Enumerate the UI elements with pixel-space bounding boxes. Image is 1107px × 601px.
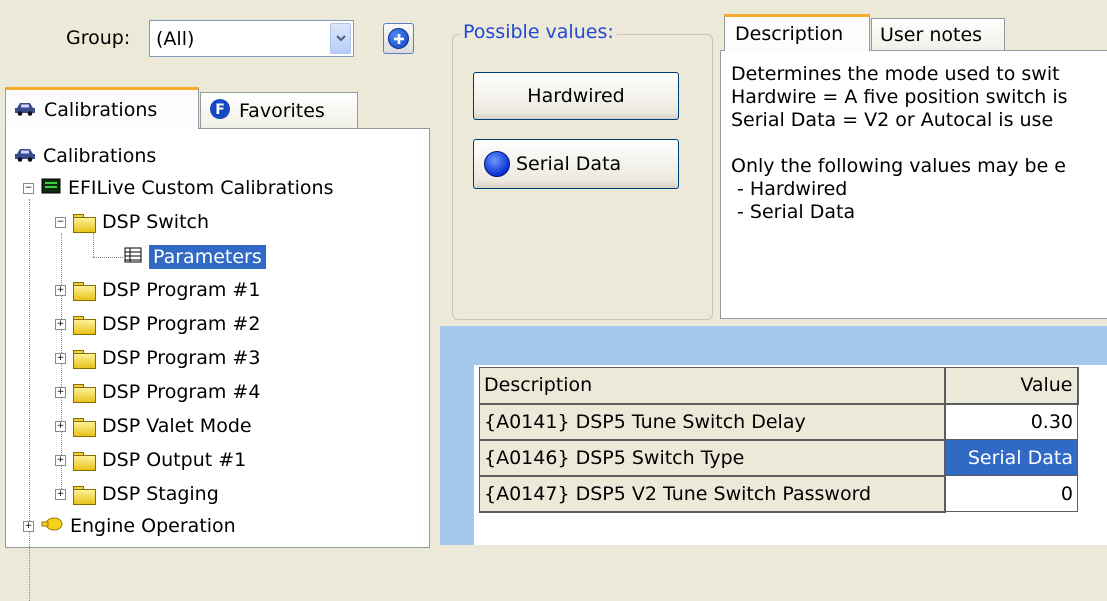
plus-icon	[388, 28, 409, 49]
tree-node-engine-operation[interactable]: + Engine Operation	[23, 515, 236, 537]
group-dropdown[interactable]: (All)	[149, 20, 354, 57]
tab-calibrations-label: Calibrations	[44, 98, 158, 121]
row-description: {A0147} DSP5 V2 Tune Switch Password	[479, 475, 946, 513]
folder-icon	[73, 417, 96, 437]
tree-node-dsp-output-1[interactable]: + DSP Output #1	[55, 449, 246, 471]
description-line: Hardwire = A five position switch is	[731, 86, 1068, 108]
add-group-button[interactable]	[383, 23, 414, 54]
table-icon	[124, 246, 142, 268]
row-description: {A0146} DSP5 Switch Type	[479, 439, 946, 477]
table-row[interactable]: {A0141} DSP5 Tune Switch Delay 0.30	[479, 403, 1078, 441]
expand-icon[interactable]: +	[55, 454, 66, 466]
tab-calibrations[interactable]: Calibrations	[5, 87, 199, 129]
tree-node-dsp-staging[interactable]: + DSP Staging	[55, 483, 219, 505]
selected-radio-icon	[484, 151, 510, 177]
tree-node-efilive-custom[interactable]: − EFILive Custom Calibrations	[23, 177, 333, 199]
tree-node-label: Engine Operation	[70, 515, 236, 537]
possible-values-legend: Possible values:	[460, 21, 617, 43]
tab-favorites[interactable]: F Favorites	[200, 92, 358, 129]
row-description: {A0141} DSP5 Tune Switch Delay	[479, 403, 946, 441]
engine-icon	[41, 515, 63, 537]
expand-icon[interactable]: +	[55, 318, 66, 330]
expand-icon[interactable]: +	[55, 420, 66, 432]
row-value-cell[interactable]: 0.30	[944, 403, 1078, 440]
tree-node-label: DSP Valet Mode	[102, 415, 252, 437]
collapse-icon[interactable]: −	[55, 216, 66, 228]
expand-icon[interactable]: +	[55, 352, 66, 364]
tab-user-notes[interactable]: User notes	[871, 18, 1005, 51]
description-line	[731, 132, 1107, 155]
tree-node-calibrations[interactable]: Calibrations	[14, 145, 156, 167]
description-line: - Hardwired	[731, 178, 848, 200]
tab-favorites-label: Favorites	[239, 100, 325, 122]
collapse-icon[interactable]: −	[23, 182, 34, 194]
tree-node-dsp-switch[interactable]: − DSP Switch	[55, 211, 209, 233]
serial-data-button[interactable]: Serial Data	[473, 139, 679, 189]
tab-description-label: Description	[735, 23, 844, 45]
group-label: Group:	[66, 27, 131, 49]
grid-header-row: Description Value	[479, 367, 1079, 405]
tab-description[interactable]: Description	[724, 14, 870, 51]
tree-node-label: DSP Program #2	[102, 313, 261, 335]
tree-node-dsp-valet-mode[interactable]: + DSP Valet Mode	[55, 415, 252, 437]
tree-node-label: DSP Program #3	[102, 347, 261, 369]
tree-node-parameters[interactable]: Parameters	[124, 245, 266, 269]
expand-icon[interactable]: +	[55, 284, 66, 296]
car-icon	[14, 99, 36, 121]
expand-icon[interactable]: +	[55, 488, 66, 500]
folder-icon	[73, 281, 96, 301]
folder-icon	[73, 451, 96, 471]
group-dropdown-value: (All)	[156, 28, 195, 50]
car-icon	[14, 145, 36, 167]
column-header-value[interactable]: Value	[944, 367, 1079, 405]
hardwired-button-label: Hardwired	[527, 85, 625, 107]
expand-icon[interactable]: +	[55, 386, 66, 398]
svg-text:F: F	[215, 102, 225, 118]
tree-node-label: DSP Program #4	[102, 381, 261, 403]
description-line: - Serial Data	[731, 201, 856, 223]
calibration-tree[interactable]: Calibrations − EFILive Custom Calibratio…	[5, 128, 430, 601]
folder-icon	[73, 485, 96, 505]
folder-icon	[73, 315, 96, 335]
serial-data-button-label: Serial Data	[516, 153, 622, 175]
tree-node-label: EFILive Custom Calibrations	[68, 177, 334, 199]
tree-node-label: DSP Staging	[102, 483, 219, 505]
tree-node-dsp-program-1[interactable]: + DSP Program #1	[55, 279, 260, 301]
description-line: Serial Data = V2 or Autocal is use	[731, 109, 1054, 131]
parameters-grid[interactable]: Description Value {A0141} DSP5 Tune Swit…	[479, 367, 1079, 513]
table-row[interactable]: {A0147} DSP5 V2 Tune Switch Password 0	[479, 475, 1078, 513]
tab-user-notes-label: User notes	[880, 24, 983, 46]
tree-node-label: Parameters	[149, 245, 266, 269]
column-header-description[interactable]: Description	[479, 367, 946, 405]
folder-icon	[73, 383, 96, 403]
table-row[interactable]: {A0146} DSP5 Switch Type Serial Data	[479, 439, 1078, 477]
favorites-icon: F	[209, 98, 231, 125]
description-line: Determines the mode used to swit	[731, 63, 1060, 85]
row-value-cell-selected[interactable]: Serial Data	[944, 439, 1078, 476]
row-value-cell[interactable]: 0	[944, 475, 1078, 512]
tree-node-label: Calibrations	[43, 145, 157, 167]
module-icon	[41, 177, 61, 199]
expand-icon[interactable]: +	[23, 520, 34, 532]
tree-node-label: DSP Program #1	[102, 279, 261, 301]
chevron-down-icon[interactable]	[330, 23, 351, 54]
hardwired-button[interactable]: Hardwired	[473, 72, 679, 120]
description-text: Determines the mode used to swit Hardwir…	[720, 50, 1107, 319]
tree-node-dsp-program-2[interactable]: + DSP Program #2	[55, 313, 260, 335]
description-line: Only the following values may be e	[731, 155, 1066, 177]
tree-node-dsp-program-3[interactable]: + DSP Program #3	[55, 347, 260, 369]
folder-icon	[73, 349, 96, 369]
tree-node-label: DSP Switch	[102, 211, 210, 233]
tree-node-label: DSP Output #1	[102, 449, 247, 471]
folder-open-icon	[73, 213, 96, 233]
tree-node-dsp-program-4[interactable]: + DSP Program #4	[55, 381, 260, 403]
